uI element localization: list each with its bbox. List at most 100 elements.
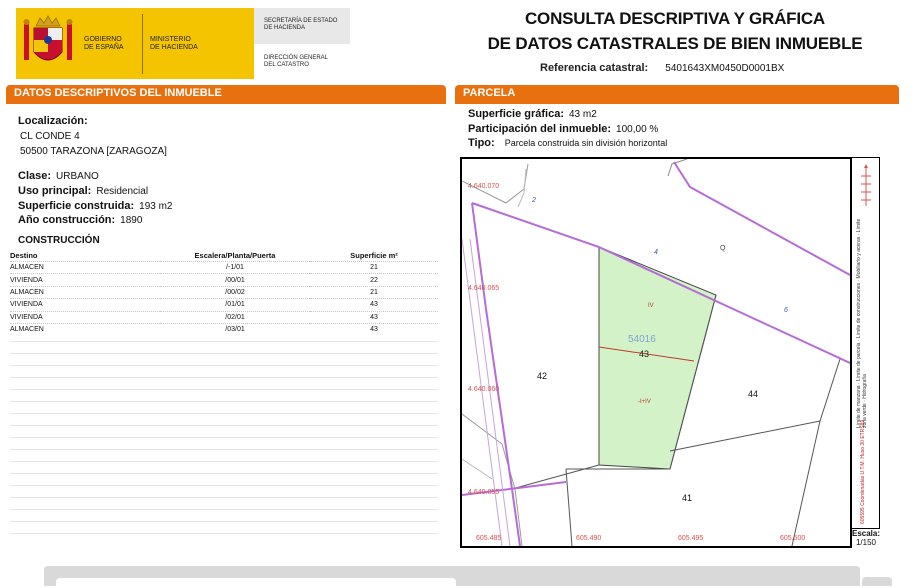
datos-section-rule [6,102,446,104]
parcela-superficie-field: Superficie gráfica: 43 m2 [468,108,597,120]
col-destino: Destino [10,251,38,260]
ministry-name: MINISTERIO DE HACIENDA [150,36,198,51]
tipo-value: Parcela construida sin división horizont… [504,138,668,148]
referencia-catastral: Referencia catastral: 5401643XM0450D0001… [540,62,784,74]
manzana-limit [673,161,850,276]
street-number-label: 2 [532,197,536,204]
x-coord-label: 605.495 [678,535,704,542]
bottom-panel [56,578,456,588]
cell-escalera: /02/01 [160,310,310,324]
col-superficie: Superficie m² [350,251,398,260]
boundary-line [462,413,523,546]
page-title-line2: DE DATOS CATASTRALES DE BIEN INMUEBLE [487,34,863,53]
table-empty-rows [10,330,438,542]
direccion-name: DIRECCIÓN GENERAL DEL CATASTRO [264,55,329,68]
table-row: ALMACEN/00/02 21 [10,285,438,299]
boundary-line [565,468,573,546]
anio-field: Año construcción: 1890 [18,214,142,226]
localizacion-line2: 50500 TARAZONA [ZARAGOZA] [20,146,167,157]
cell-destino: ALMACEN [10,260,160,274]
street-number-label: 6 [784,307,788,314]
cell-destino: VIVIENDA [10,298,160,312]
table-row: VIVIENDA/00/01 22 [10,273,438,287]
boundary-line [462,458,493,480]
map-legend: Límite de manzana · Límite de parcela · … [852,157,880,529]
map-scale: Escala: 1/150 [852,529,880,548]
participacion-label: Participación del inmueble: [468,123,612,135]
cell-escalera: /00/02 [160,285,310,299]
parcela-superficie-value: 43 m2 [568,109,597,120]
x-coord-label: 605.485 [476,535,502,542]
uso-field: Uso principal: Residencial [18,185,148,197]
participacion-field: Participación del inmueble: 100,00 % [468,123,658,135]
cell-superficie: 43 [310,310,438,324]
y-coord-label: 4.640.060 [468,386,500,393]
superficie-field: Superficie construida: 193 m2 [18,200,173,212]
clase-value: URBANO [56,171,99,182]
escala-label: Escala: [852,529,881,538]
superficie-value: 193 m2 [139,201,173,212]
boundary-line [819,358,841,422]
boundary-line [669,420,821,546]
parcel-number-label: 43 [639,349,650,359]
y-coord-label: 4.640.055 [468,489,500,496]
map-drawing [462,159,850,546]
neighbor-parcel-label: 41 [682,493,693,503]
col-escalera: Escalera/Planta/Puerta [194,251,276,260]
table-row: VIVIENDA/02/01 43 [10,310,438,324]
tipo-field: Tipo: Parcela construida sin división hor… [468,137,667,149]
floor-lower-label: -I+IV [638,399,651,405]
page-title-line1: CONSULTA DESCRIPTIVA Y GRÁFICA [524,9,826,28]
bottom-right-tab [862,577,892,586]
localizacion-label: Localización: [18,115,88,127]
cell-superficie: 43 [310,298,438,312]
table-row: ALMACEN/-1/01 21 [10,260,438,274]
street-number-label: 4 [654,249,658,256]
uso-value: Residencial [96,186,149,197]
cell-superficie: 22 [310,273,438,287]
secretaria-name: SECRETARÍA DE ESTADO DE HACIENDA [264,18,338,31]
legend-item: Límite de construcciones [856,282,862,339]
neighbor-parcel-label: 44 [748,389,759,399]
boundary-line [517,168,527,208]
cell-escalera: /00/01 [160,273,310,287]
parcel-43-shape [598,246,717,470]
coords-note: 605595 Coordenadas U.T.M. Huso 30 ETRS89 [860,419,866,524]
table-row: VIVIENDA/01/01 43 [10,298,438,312]
construccion-table: Destino Escalera/Planta/Puerta Superfici… [10,250,438,336]
anio-label: Año construcción: [18,214,116,226]
cell-superficie: 21 [310,260,438,274]
clase-label: Clase: [18,170,52,182]
parcela-section-header: PARCELA [455,85,899,102]
parcela-section-rule [455,102,899,104]
participacion-value: 100,00 % [616,124,659,135]
coat-of-arms-icon [23,15,73,61]
parcel-id-label: 54016 [628,334,656,345]
y-coord-label: 4.640.065 [468,285,500,292]
construccion-heading: CONSTRUCCIÓN [18,235,100,246]
datos-section-header: DATOS DESCRIPTIVOS DEL INMUEBLE [6,85,446,102]
cell-destino: VIVIENDA [10,310,160,324]
north-arrow-icon [861,164,871,206]
cadastral-map[interactable]: 4.640.070 4.640.065 4.640.060 4.640.055 … [460,157,852,548]
ref-label: Referencia catastral: [540,62,649,74]
cell-destino: VIVIENDA [10,273,160,287]
escala-value: 1/150 [855,538,877,547]
superficie-label: Superficie construida: [18,200,135,212]
anio-value: 1890 [120,215,143,226]
cell-escalera: /-1/01 [160,260,310,274]
tipo-label: Tipo: [468,137,495,149]
localizacion-line1: CL CONDE 4 [20,131,80,142]
header-divider [142,14,143,74]
x-coord-label: 605.500 [780,535,806,542]
x-coord-label: 605.490 [576,535,602,542]
cell-escalera: /01/01 [160,298,310,312]
gov-name: GOBIERNO DE ESPAÑA [84,36,124,51]
ref-value: 5401643XM0450D0001BX [665,63,785,74]
cell-destino: ALMACEN [10,285,160,299]
uso-label: Uso principal: [18,185,92,197]
table-header-row: Destino Escalera/Planta/Puerta Superfici… [10,250,438,262]
neighbor-parcel-label: 42 [537,371,548,381]
clase-field: Clase: URBANO [18,170,99,182]
y-coord-label: 4.640.070 [468,183,500,190]
